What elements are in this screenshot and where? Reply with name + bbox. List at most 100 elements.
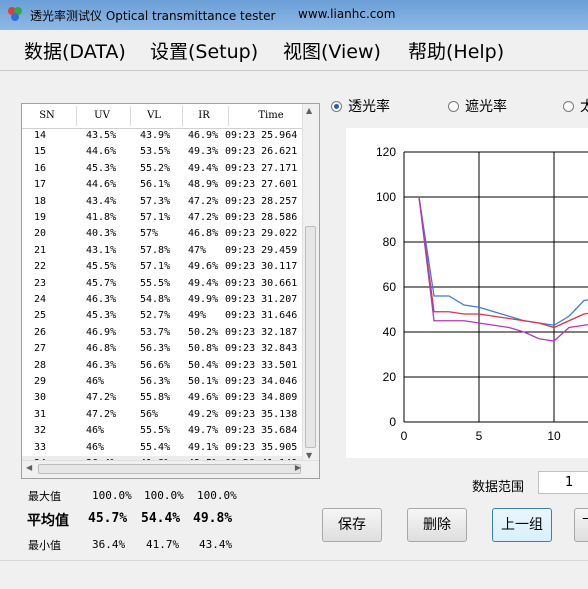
radio-third[interactable]: 太 — [563, 96, 588, 116]
table-cell-vl: 55.5% — [140, 425, 171, 437]
radio-unselected-icon[interactable] — [448, 101, 459, 112]
scroll-up-icon[interactable]: ▲ — [306, 106, 312, 115]
table-cell-ir: 47% — [188, 244, 207, 256]
table-cell-uv: 43.5% — [86, 130, 117, 141]
table-cell-ir: 49.4% — [188, 277, 219, 289]
column-header-uv[interactable]: UV — [80, 110, 124, 121]
table-cell-uv: 45.3% — [86, 310, 117, 322]
table-cell-ir: 47.2% — [188, 212, 219, 223]
table-cell-time: 09:23 32.843 — [225, 343, 298, 355]
table-row[interactable]: 31 47.2% 56% 49.2% 09:23 35.138 — [22, 407, 304, 424]
table-cell-time: 09:23 30.117 — [225, 261, 298, 273]
table-cell-sn: 23 — [34, 277, 47, 289]
table-row[interactable]: 26 46.9% 53.7% 50.2% 09:23 32.187 — [22, 325, 304, 342]
table-row[interactable]: 23 45.7% 55.5% 49.4% 09:23 30.661 — [22, 276, 304, 293]
column-header-vl[interactable]: VL — [132, 110, 176, 121]
x-tick-label: 5 — [476, 429, 483, 443]
next-group-button[interactable]: 下 — [574, 508, 588, 542]
y-tick-label: 0 — [389, 415, 396, 429]
table-cell-uv: 46% — [86, 425, 105, 437]
table-cell-time: 09:23 25.964 — [225, 130, 298, 141]
delete-button[interactable]: 删除 — [407, 508, 467, 542]
table-cell-ir: 49.7% — [188, 425, 219, 437]
table-cell-vl: 57.1% — [140, 261, 171, 273]
menu-setup[interactable]: 设置(Setup) — [150, 37, 258, 64]
y-tick-label: 20 — [383, 370, 397, 384]
table-cell-time: 09:23 34.046 — [225, 376, 298, 387]
table-cell-vl: 43.9% — [140, 130, 171, 141]
horizontal-scroll-thumb[interactable] — [38, 464, 301, 474]
menu-data[interactable]: 数据(DATA) — [24, 37, 126, 64]
table-row[interactable]: 19 41.8% 57.1% 47.2% 09:23 28.586 — [22, 210, 304, 227]
previous-group-button[interactable]: 上一组 — [492, 508, 552, 542]
avg-uv: 45.7% — [88, 511, 128, 526]
table-cell-vl: 57.3% — [140, 195, 171, 207]
table-row[interactable]: 22 45.5% 57.1% 49.6% 09:23 30.117 — [22, 259, 304, 276]
table-cell-vl: 55.8% — [140, 392, 171, 404]
table-cell-sn: 20 — [34, 228, 47, 240]
scroll-down-icon[interactable]: ▼ — [306, 451, 312, 460]
radio-unselected-icon[interactable] — [563, 101, 574, 112]
radio-selected-icon[interactable] — [331, 101, 342, 112]
horizontal-scrollbar[interactable]: ◀ ▶ — [22, 460, 319, 478]
scroll-right-icon[interactable]: ▶ — [295, 463, 301, 472]
table-cell-time: 09:23 33.501 — [225, 359, 298, 371]
radio-transmittance[interactable]: 透光率 — [331, 96, 390, 116]
y-tick-label: 60 — [383, 280, 397, 294]
table-cell-sn: 32 — [34, 425, 47, 437]
y-tick-label: 100 — [376, 190, 396, 204]
table-cell-ir: 48.9% — [188, 179, 219, 191]
table-cell-uv: 46.8% — [86, 343, 117, 355]
table-row[interactable]: 25 45.3% 52.7% 49% 09:23 31.646 — [22, 308, 304, 325]
table-row[interactable]: 28 46.3% 56.6% 50.4% 09:23 33.501 — [22, 358, 304, 375]
menu-view[interactable]: 视图(View) — [283, 37, 381, 64]
table-row[interactable]: 27 46.8% 56.3% 50.8% 09:23 32.843 — [22, 341, 304, 358]
data-table[interactable]: SN UV VL IR Time 14 43.5% 43.9% 46.9% 09:23 … — [21, 103, 320, 479]
column-header-time[interactable]: Time — [232, 110, 310, 121]
min-ir: 43.4% — [199, 538, 233, 551]
table-row[interactable]: 18 43.4% 57.3% 47.2% 09:23 28.257 — [22, 194, 304, 211]
scroll-left-icon[interactable]: ◀ — [26, 463, 32, 472]
table-cell-time: 09:23 35.138 — [225, 408, 298, 420]
y-tick-label: 120 — [376, 145, 396, 159]
table-header: SN UV VL IR Time — [22, 104, 304, 129]
table-row[interactable]: 24 46.3% 54.8% 49.9% 09:23 31.207 — [22, 292, 304, 309]
table-cell-ir: 50.1% — [188, 376, 219, 387]
vertical-scrollbar[interactable]: ▲ ▼ — [302, 104, 319, 462]
table-row[interactable]: 30 47.2% 55.8% 49.6% 09:23 34.809 — [22, 390, 304, 407]
table-cell-sn: 26 — [34, 326, 47, 338]
table-row[interactable]: 14 43.5% 43.9% 46.9% 09:23 25.964 — [22, 128, 304, 145]
y-tick-label: 40 — [383, 325, 397, 339]
vertical-scroll-thumb[interactable] — [305, 226, 316, 448]
table-cell-ir: 50.8% — [188, 343, 219, 355]
table-cell-uv: 46% — [86, 376, 105, 387]
table-cell-uv: 43.1% — [86, 244, 117, 256]
table-row[interactable]: 15 44.6% 53.5% 49.3% 09:23 26.621 — [22, 144, 304, 161]
window-title: 透光率测试仪 Optical transmittance tester — [30, 9, 276, 23]
menu-help[interactable]: 帮助(Help) — [408, 37, 504, 64]
table-row[interactable]: 20 40.3% 57% 46.8% 09:23 29.022 — [22, 226, 304, 243]
table-row[interactable]: 32 46% 55.5% 49.7% 09:23 35.684 — [22, 423, 304, 440]
table-row[interactable]: 17 44.6% 56.1% 48.9% 09:23 27.601 — [22, 177, 304, 194]
range-input[interactable]: 1 — [538, 471, 588, 494]
table-cell-sn: 18 — [34, 195, 47, 207]
min-uv: 36.4% — [92, 538, 126, 551]
radio-shading[interactable]: 遮光率 — [448, 96, 507, 116]
table-cell-time: 09:23 31.646 — [225, 310, 298, 322]
save-button[interactable]: 保存 — [322, 508, 382, 542]
table-cell-vl: 55.5% — [140, 277, 171, 289]
column-header-ir[interactable]: IR — [182, 110, 226, 121]
menu-divider — [0, 70, 588, 71]
table-cell-time: 09:23 28.586 — [225, 212, 298, 223]
table-cell-sn: 29 — [34, 376, 47, 387]
table-row[interactable]: 21 43.1% 57.8% 47% 09:23 29.459 — [22, 243, 304, 260]
table-cell-uv: 45.7% — [86, 277, 117, 289]
table-cell-time: 09:23 35.684 — [225, 425, 298, 437]
table-row[interactable]: 33 46% 55.4% 49.1% 09:23 35.905 — [22, 440, 304, 457]
table-row[interactable]: 16 45.3% 55.2% 49.4% 09:23 27.171 — [22, 161, 304, 178]
column-header-sn[interactable]: SN — [32, 110, 62, 121]
table-cell-uv: 43.4% — [86, 195, 117, 207]
table-row[interactable]: 29 46% 56.3% 50.1% 09:23 34.046 — [22, 374, 304, 391]
max-vl: 100.0% — [144, 489, 184, 502]
table-cell-ir: 49.4% — [188, 162, 219, 174]
